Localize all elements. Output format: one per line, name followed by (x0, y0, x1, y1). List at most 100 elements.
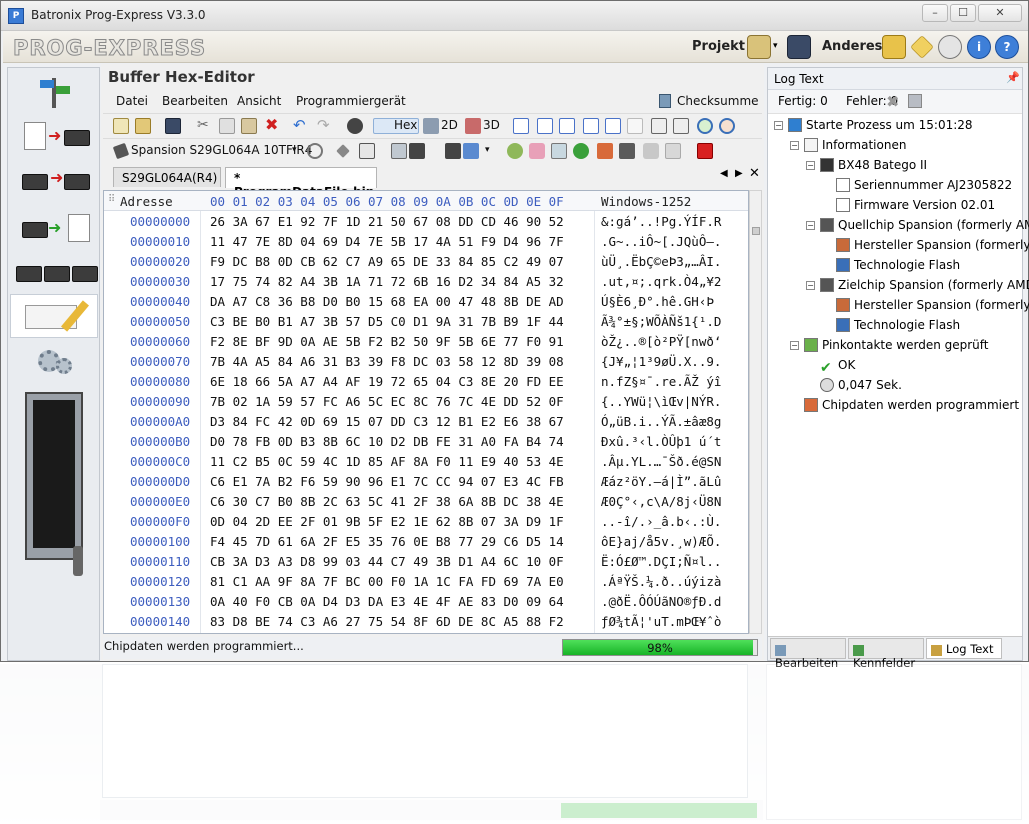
hex-row-bytes[interactable]: 11 C2 B5 0C 59 4C 1D 85 AF 8A F0 11 E9 4… (210, 452, 564, 472)
info-node[interactable]: Informationen (804, 136, 906, 156)
duration-node[interactable]: 0,047 Sek. (820, 376, 902, 396)
hex-row-bytes[interactable]: 6E 18 66 5A A7 A4 AF 19 72 65 04 C3 8E 2… (210, 372, 564, 392)
hex-row-bytes[interactable]: F4 45 7D 61 6A 2F E5 35 76 0E B8 77 29 C… (210, 532, 564, 552)
hex-row-bytes[interactable]: D0 78 FB 0D B3 8B 6C 10 D2 DB FE 31 A0 F… (210, 432, 564, 452)
hex-row-bytes[interactable]: 81 C1 AA 9F 8A 7F BC 00 F0 1A 1C FA FD 6… (210, 572, 564, 592)
hex-row-bytes[interactable]: D3 84 FC 42 0D 69 15 07 DD C3 12 B1 E2 E… (210, 412, 564, 432)
target-manufacturer-node[interactable]: Hersteller Spansion (formerly ... (836, 296, 1029, 316)
copy-chip-icon[interactable]: ➜ (12, 160, 96, 200)
signpost-icon[interactable] (12, 72, 96, 112)
read-icon[interactable] (391, 143, 407, 159)
hex-row-text[interactable]: Ó„üB.i..ÝÃ.±âæ8g (601, 412, 721, 432)
hex-row-bytes[interactable]: 0D 04 2D EE 2F 01 9B 5F E2 1E 62 8B 07 3… (210, 512, 564, 532)
hex-row[interactable]: 00000150 C4 B9 8C CA B5 8C 24 1D 28 0B 0F… (104, 632, 748, 633)
save-log-icon[interactable] (908, 94, 922, 108)
hex-row-text[interactable]: {J¥„¦1³9øÜ.X..9. (601, 352, 721, 372)
hex-row[interactable]: 00000020 F9 DC B8 0D CB 62 C7 A9 65 DE 33… (104, 252, 748, 272)
tree-expander-icon[interactable]: − (806, 281, 815, 290)
program-arrow-icon[interactable] (463, 143, 479, 159)
delete-icon[interactable]: ✖ (265, 117, 281, 134)
programmer-node[interactable]: BX48 Batego II (820, 156, 927, 176)
redo-icon[interactable]: ↷ (317, 118, 333, 134)
hex-row[interactable]: 00000110 CB 3A D3 A3 D8 99 03 44 C7 49 3B… (104, 552, 748, 572)
programming-node[interactable]: Chipdaten werden programmiert (804, 396, 1019, 416)
tab-program-data-file[interactable]: * ProgramDataFile.bin (225, 167, 377, 199)
autoprogram-icon[interactable] (597, 143, 613, 159)
hex-editor-nav-icon[interactable] (10, 294, 98, 338)
hex-row[interactable]: 00000030 17 75 74 82 A4 3B 1A 71 72 6B 16… (104, 272, 748, 292)
pencil-icon[interactable] (910, 35, 934, 59)
menu-programmiergeraet[interactable]: Programmiergerät (296, 94, 406, 108)
gauge-icon[interactable] (938, 35, 962, 59)
hex-row[interactable]: 00000100 F4 45 7D 61 6A 2F E5 35 76 0E B8… (104, 532, 748, 552)
hex-row[interactable]: 00000060 F2 8E BF 9D 0A AE 5B F2 B2 50 9F… (104, 332, 748, 352)
hex-row-text[interactable]: .ÁªŸŠ.¼.ð..úýizà (601, 572, 721, 592)
hex-row-text[interactable]: Ðxû.³‹l.ÒÛþ1 ú´t (601, 432, 721, 452)
read-chip-small-icon[interactable] (409, 143, 425, 159)
tab-chip-buffer[interactable]: S29GL064A(R4) (113, 167, 221, 187)
hex-row-text[interactable]: .Âµ.YL.…¯Šð.é@SN (601, 452, 721, 472)
upload-icon[interactable] (573, 143, 589, 159)
unprotect-icon[interactable] (665, 143, 681, 159)
address-column-header[interactable]: Adresse (120, 194, 173, 209)
save-file-icon[interactable] (165, 118, 181, 134)
ok-node[interactable]: ✔ OK (820, 356, 855, 376)
tab-close-icon[interactable]: ✕ (749, 166, 760, 181)
hex-row[interactable]: 00000050 C3 BE B0 B1 A7 3B 57 D5 C0 D1 9A… (104, 312, 748, 332)
chip-selector[interactable]: Spansion S29GL064A 10TFIR4 (131, 143, 312, 157)
read-chip-icon[interactable]: ➜ (12, 116, 96, 156)
tree-expander-icon[interactable]: − (790, 141, 799, 150)
tab-scroll-left-icon[interactable]: ◀ (720, 168, 728, 179)
paste-icon[interactable] (241, 118, 257, 134)
hex-row-text[interactable]: &:gá’..!Pg.ÝÍF.R (601, 212, 721, 232)
erase-icon[interactable] (529, 143, 545, 159)
copy-icon[interactable] (219, 118, 235, 134)
hex-row-text[interactable]: {..YWü¦\ìŒv|NÝR. (601, 392, 721, 412)
width-64-icon[interactable] (605, 118, 621, 134)
hex-row-bytes[interactable]: 26 3A 67 E1 92 7F 1D 21 50 67 08 DD CD 4… (210, 212, 564, 232)
hex-row[interactable]: 000000A0 D3 84 FC 42 0D 69 15 07 DD C3 12… (104, 412, 748, 432)
hex-row-bytes[interactable]: CB 3A D3 A3 D8 99 03 44 C7 49 3B D1 A4 6… (210, 552, 564, 572)
menu-datei[interactable]: Datei (116, 94, 148, 108)
hex-row-text[interactable]: ..-î/.›_â.b‹.:Ù. (601, 512, 721, 532)
stop-icon[interactable] (697, 143, 713, 159)
pin-icon[interactable]: 📌 (1006, 71, 1020, 84)
chip-dropdown-icon[interactable]: ▾ (292, 145, 297, 155)
clear-log-icon[interactable]: ✖ (886, 92, 899, 111)
hex-row-text[interactable]: n.fZ§¤¯.re.ÃŽ ýî (601, 372, 721, 392)
hex-row-bytes[interactable]: C3 BE B0 B1 A7 3B 57 D5 C0 D1 9A 31 7B B… (210, 312, 564, 332)
hex-row[interactable]: 000000E0 C6 30 C7 B0 8B 2C 63 5C 41 2F 38… (104, 492, 748, 512)
cut-icon[interactable]: ✂ (197, 118, 213, 134)
write-chip-icon[interactable]: ➜ (12, 208, 96, 248)
find-binoculars-icon[interactable] (347, 118, 363, 134)
hex-row[interactable]: 00000140 83 D8 BE 74 C3 A6 27 75 54 8F 6D… (104, 612, 748, 632)
save-project-icon[interactable] (787, 35, 811, 59)
view-2d-icon[interactable] (423, 118, 439, 134)
process-start[interactable]: Starte Prozess um 15:01:28 (788, 116, 973, 136)
hex-row-text[interactable]: .ut‚¤;.qrk.Ò4„¥2 (601, 272, 721, 292)
source-technology-node[interactable]: Technologie Flash (836, 256, 960, 276)
hex-row[interactable]: 00000130 0A 40 F0 CB 0A D4 D3 DA E3 4E 4F… (104, 592, 748, 612)
chip-check-icon[interactable] (619, 143, 635, 159)
columns-left-icon[interactable] (651, 118, 667, 134)
view-3d-icon[interactable] (465, 118, 481, 134)
open-project-icon[interactable] (747, 35, 771, 59)
hex-row-text[interactable]: .G~..iÔ~[.JQùÔ–. (601, 232, 721, 252)
hex-row[interactable]: 00000120 81 C1 AA 9F 8A 7F BC 00 F0 1A 1C… (104, 572, 748, 592)
tree-expander-icon[interactable]: − (774, 121, 783, 130)
hex-row-bytes[interactable]: C4 B9 8C CA B5 8C 24 1D 28 0B 0F E8 13 4… (210, 632, 564, 633)
hex-row[interactable]: 00000090 7B 02 1A 59 57 FC A6 5C EC 8C 76… (104, 392, 748, 412)
settings-gears-icon[interactable] (12, 344, 96, 384)
serial-node[interactable]: Seriennummer AJ2305822 (836, 176, 1012, 196)
width-24-icon[interactable] (559, 118, 575, 134)
hex-row[interactable]: 000000C0 11 C2 B5 0C 59 4C 1D 85 AF 8A F0… (104, 452, 748, 472)
blank-check-icon[interactable] (551, 143, 567, 159)
verify-icon[interactable] (507, 143, 523, 159)
undo-icon[interactable]: ↶ (293, 118, 309, 134)
hex-row-bytes[interactable]: 83 D8 BE 74 C3 A6 27 75 54 8F 6D DE 8C A… (210, 612, 564, 632)
shield-icon[interactable] (643, 143, 659, 159)
multi-chip-icon[interactable] (12, 252, 98, 292)
target-technology-node[interactable]: Technologie Flash (836, 316, 960, 336)
hex-row-text[interactable]: ƒØ¾tÃ¦'uT.mÞŒ¥ˆò (601, 612, 721, 632)
encoding-header[interactable]: Windows-1252 (601, 194, 691, 209)
